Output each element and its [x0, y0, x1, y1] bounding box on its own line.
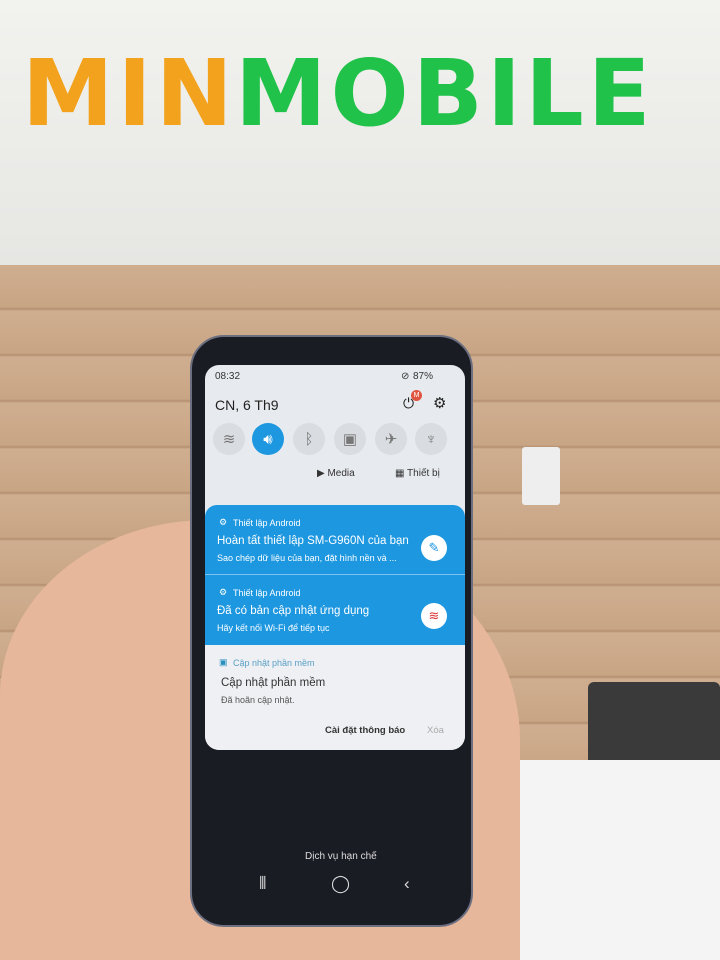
home-button[interactable]: ◯	[331, 874, 350, 894]
notification-panel: 08:32 ⊘ 87% CN, 6 Th9 ⏻ M ⚙ ≋ 🔊︎ ᛒ ▣ ✈ ♆…	[205, 365, 465, 750]
sound-icon[interactable]: 🔊︎	[252, 423, 284, 455]
notification-title: Cập nhật phần mềm	[221, 677, 326, 689]
store-sign: MIN MOBILE	[0, 0, 720, 265]
devices-label: Thiết bị	[407, 468, 440, 479]
brand-right: MOBILE	[235, 40, 655, 147]
gear-icon: ⚙	[219, 587, 228, 597]
notification-text: Hãy kết nối Wi-Fi để tiếp tục	[217, 623, 330, 633]
notification-setup[interactable]: Thiết lập Android ⚙ Hoàn tất thiết lập S…	[205, 505, 465, 575]
play-icon: ▶	[317, 468, 328, 479]
notification-app: Cập nhật phần mềm	[233, 658, 315, 668]
clear-button[interactable]: Xóa	[427, 725, 444, 736]
recents-button[interactable]: ⦀	[259, 874, 266, 894]
desk	[520, 760, 720, 960]
magic-wand-icon[interactable]: ✎	[421, 535, 447, 561]
airplane-icon[interactable]: ✈	[375, 423, 407, 455]
notification-software-update[interactable]: Cập nhật phần mềm ▣ Cập nhật phần mềm Đã…	[205, 645, 465, 750]
update-icon: ▣	[219, 657, 228, 667]
flashlight-icon[interactable]: ♆	[415, 423, 447, 455]
notification-text: Sao chép dữ liệu của bạn, đặt hình nền v…	[217, 553, 397, 563]
battery-level: 87%	[413, 371, 434, 382]
restricted-service-label: Dịch vụ hạn chế	[305, 851, 377, 862]
dnd-icon: ⊘	[401, 371, 410, 382]
notification-app-update[interactable]: Thiết lập Android ⚙ Đã có bản cập nhật ứ…	[205, 575, 465, 645]
settings-icon[interactable]: ⚙	[433, 394, 446, 412]
wifi-off-icon[interactable]: ≋	[421, 603, 447, 629]
lock-rotation-icon[interactable]: ▣	[334, 423, 366, 455]
date: CN, 6 Th9	[215, 397, 279, 413]
devices-button[interactable]: ▦ Thiết bị	[395, 468, 440, 479]
gear-icon: ⚙	[219, 517, 228, 527]
wifi-icon[interactable]: ≋	[213, 423, 245, 455]
notification-title: Hoàn tất thiết lập SM-G960N của bạn	[217, 535, 409, 547]
profile-badge: M	[411, 390, 422, 401]
status-time: 08:32	[215, 371, 241, 382]
bluetooth-icon[interactable]: ᛒ	[293, 423, 325, 455]
wall-switch	[522, 447, 560, 505]
notification-app: Thiết lập Android	[233, 588, 301, 598]
notification-app: Thiết lập Android	[233, 518, 301, 528]
brand-left: MIN	[22, 40, 237, 147]
grid-icon: ▦	[395, 468, 408, 479]
media-button[interactable]: ▶ Media	[317, 468, 355, 479]
media-label: Media	[327, 468, 355, 479]
notification-title: Đã có bản cập nhật ứng dụng	[217, 605, 370, 617]
back-button[interactable]: ‹	[404, 874, 410, 894]
notification-text: Đã hoãn cập nhật.	[221, 695, 295, 705]
notification-settings-button[interactable]: Cài đặt thông báo	[325, 725, 405, 736]
